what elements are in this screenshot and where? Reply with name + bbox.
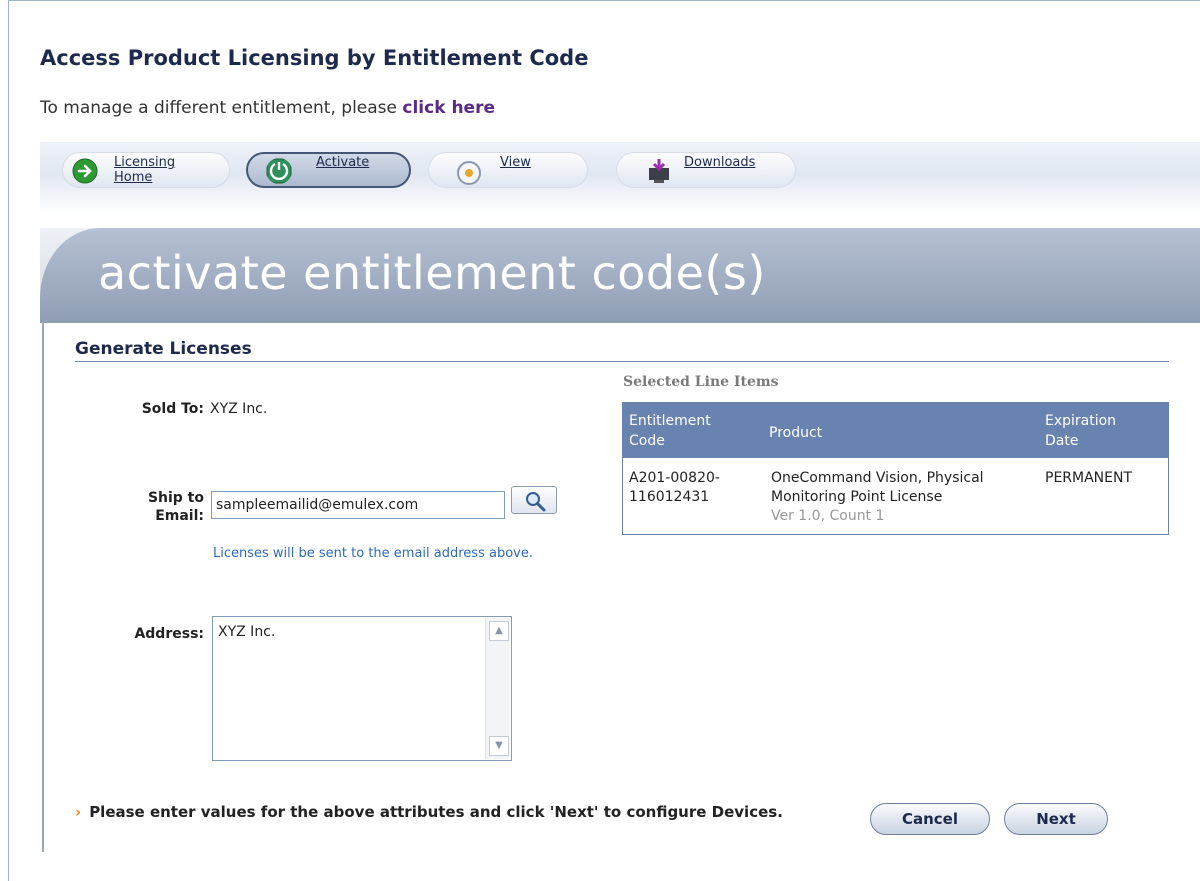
instruction-note: › Please enter values for the above attri… [75, 803, 795, 822]
ship-to-label-line1: Ship to [147, 490, 204, 506]
search-icon [526, 492, 546, 512]
line-items-table: Entitlement Code Product Expiration Date… [622, 402, 1169, 535]
subtitle-text: To manage a different entitlement, pleas… [40, 98, 397, 118]
col-product: Product [769, 425, 823, 441]
banner-heading: activate entitlement code(s) [98, 246, 766, 300]
arrow-right-circle-icon [72, 158, 98, 184]
email-field[interactable] [211, 491, 505, 519]
content-left-border [42, 322, 44, 852]
click-here-link[interactable]: click here [402, 98, 495, 118]
activate-icon [266, 158, 292, 184]
nav-item-activate[interactable]: Activate [246, 152, 411, 188]
product-line2: Monitoring Point License [771, 489, 943, 505]
entitlement-code-line2: 116012431 [629, 489, 710, 505]
view-icon [457, 161, 481, 185]
row-product: OneCommand Vision, Physical Monitoring P… [771, 469, 984, 526]
nav-item-downloads[interactable]: Downloads [616, 152, 796, 188]
entitlement-code-line1: A201-00820- [629, 470, 720, 486]
cancel-button[interactable]: Cancel [870, 803, 990, 835]
row-entitlement-code: A201-00820- 116012431 [629, 469, 720, 507]
email-hint: Licenses will be sent to the email addre… [213, 546, 533, 561]
line-items-title: Selected Line Items [623, 374, 779, 390]
scroll-down-icon[interactable]: ▼ [489, 736, 509, 756]
nav-bar: Licensing Home Activate View Downloads [40, 142, 1200, 214]
note-arrow-icon: › [75, 803, 82, 821]
address-label: Address: [134, 626, 204, 642]
section-divider [75, 361, 1169, 362]
subtitle: To manage a different entitlement, pleas… [40, 98, 495, 118]
banner-panel: activate entitlement code(s) [40, 228, 1200, 323]
note-text: Please enter values for the above attrib… [89, 803, 783, 821]
nav-label-view: View [500, 155, 531, 170]
table-header: Entitlement Code Product Expiration Date [623, 403, 1168, 458]
nav-item-view[interactable]: View [428, 152, 588, 188]
address-scrollbar[interactable]: ▲ ▼ [485, 618, 510, 759]
section-title: Generate Licenses [75, 339, 252, 359]
address-textarea[interactable]: XYZ Inc. ▲ ▼ [212, 616, 512, 761]
ship-to-email-label: Ship to Email: [110, 489, 204, 525]
downloads-icon [649, 159, 669, 183]
col-expiration-date: Expiration Date [1045, 413, 1117, 449]
row-expiration: PERMANENT [1045, 470, 1133, 486]
scroll-up-icon[interactable]: ▲ [489, 621, 509, 641]
next-button[interactable]: Next [1004, 803, 1108, 835]
nav-item-licensing-home[interactable]: Licensing Home [62, 152, 230, 188]
product-line1: OneCommand Vision, Physical [771, 470, 984, 486]
nav-label-licensing-home: Licensing Home [114, 155, 176, 185]
page-title: Access Product Licensing by Entitlement … [40, 46, 589, 70]
email-lookup-button[interactable] [511, 486, 557, 514]
ship-to-label-line2: Email: [155, 508, 204, 524]
address-text: XYZ Inc. [218, 624, 276, 640]
page-banner: activate entitlement code(s) [40, 228, 1200, 323]
nav-label-downloads: Downloads [684, 155, 756, 170]
product-meta: Ver 1.0, Count 1 [771, 508, 885, 524]
nav-label-activate: Activate [316, 155, 370, 170]
sold-to-label: Sold To: [141, 401, 204, 417]
sold-to-value: XYZ Inc. [210, 401, 268, 417]
col-entitlement-code: Entitlement Code [629, 413, 711, 449]
